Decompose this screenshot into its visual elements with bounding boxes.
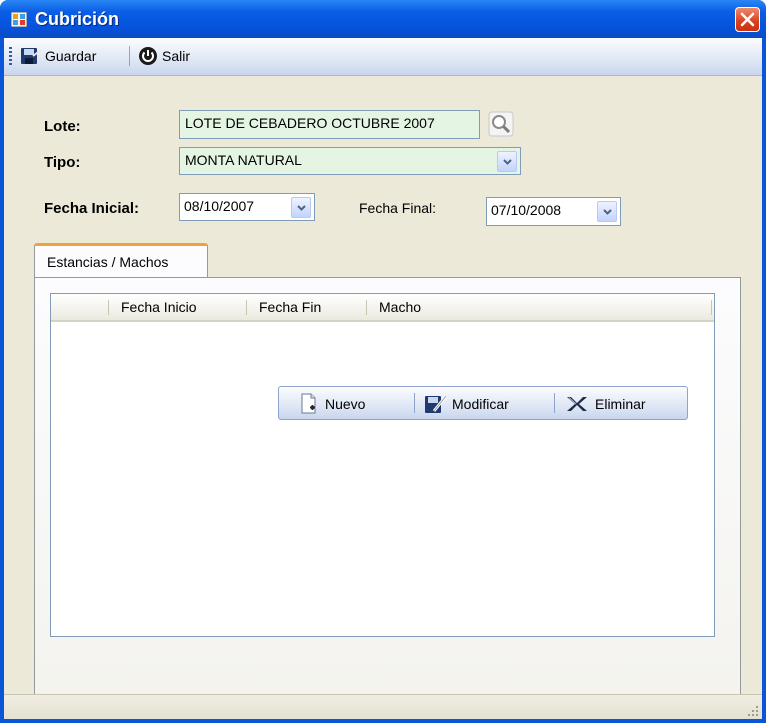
delete-label: Eliminar [595, 396, 646, 412]
column-header-fecha-fin[interactable]: Fecha Fin [259, 299, 321, 315]
new-button[interactable]: Nuevo [299, 392, 365, 416]
save-button[interactable]: Guardar [20, 44, 96, 68]
column-separator [246, 300, 247, 315]
column-separator [108, 300, 109, 315]
column-header-fecha-inicio[interactable]: Fecha Inicio [121, 299, 196, 315]
chevron-down-icon [503, 159, 512, 165]
tab-estancias-machos[interactable]: Estancias / Machos [34, 243, 208, 279]
toolbar-separator [129, 46, 130, 66]
fecha-final-dropdown-button[interactable] [597, 201, 617, 222]
tipo-dropdown-button[interactable] [497, 151, 517, 172]
fecha-final-label: Fecha Final: [359, 200, 437, 216]
chevron-down-icon [297, 205, 306, 211]
edit-icon [425, 395, 448, 413]
tab-label: Estancias / Machos [47, 254, 169, 270]
edit-button[interactable]: Modificar [424, 392, 509, 416]
exit-button[interactable]: Salir [138, 44, 190, 68]
lote-field[interactable]: LOTE DE CEBADERO OCTUBRE 2007 [179, 110, 480, 139]
edit-label: Modificar [452, 396, 509, 412]
save-icon [21, 48, 42, 64]
action-separator [554, 393, 555, 413]
delete-icon [567, 397, 587, 411]
column-separator [711, 300, 712, 315]
form-client-area: Guardar Salir Lote: LOTE DE CEBADERO OCT… [4, 38, 762, 720]
new-label: Nuevo [325, 396, 366, 412]
grid-header: Fecha Inicio Fecha Fin Macho [51, 294, 714, 322]
fecha-inicial-label: Fecha Inicial: [44, 200, 140, 217]
search-lookup-icon[interactable] [488, 111, 514, 137]
fecha-final-value: 07/10/2008 [491, 202, 562, 218]
title-bar[interactable]: Cubrición [0, 0, 766, 38]
fecha-inicial-value: 08/10/2007 [184, 198, 255, 214]
status-bar [4, 694, 762, 720]
app-icon [11, 12, 27, 27]
fecha-inicial-dropdown-button[interactable] [291, 197, 311, 218]
power-icon [139, 47, 157, 65]
window: Cubrición Guardar Salir Lote: LOTE DE CE… [0, 0, 766, 723]
exit-label: Salir [162, 48, 191, 64]
tipo-select[interactable]: MONTA NATURAL [179, 147, 521, 175]
window-title: Cubrición [35, 9, 119, 29]
grid-action-bar: Nuevo Modificar Eliminar [278, 386, 688, 420]
delete-button[interactable]: Eliminar [564, 392, 646, 416]
tipo-label: Tipo: [44, 154, 81, 171]
action-separator [414, 393, 415, 413]
column-header-macho[interactable]: Macho [379, 299, 421, 315]
size-grip-icon[interactable] [747, 705, 759, 717]
toolbar-grip[interactable] [9, 47, 12, 65]
save-label: Guardar [45, 48, 97, 64]
tab-panel: Fecha Inicio Fecha Fin Macho [34, 277, 741, 698]
new-document-icon [301, 393, 316, 414]
chevron-down-icon [603, 209, 612, 215]
data-grid[interactable]: Fecha Inicio Fecha Fin Macho [50, 293, 715, 637]
close-button[interactable] [735, 7, 760, 32]
column-separator [366, 300, 367, 315]
toolbar: Guardar Salir [4, 38, 762, 76]
lote-label: Lote: [44, 118, 81, 135]
window-bottom-border [0, 719, 766, 723]
close-icon [740, 12, 755, 27]
